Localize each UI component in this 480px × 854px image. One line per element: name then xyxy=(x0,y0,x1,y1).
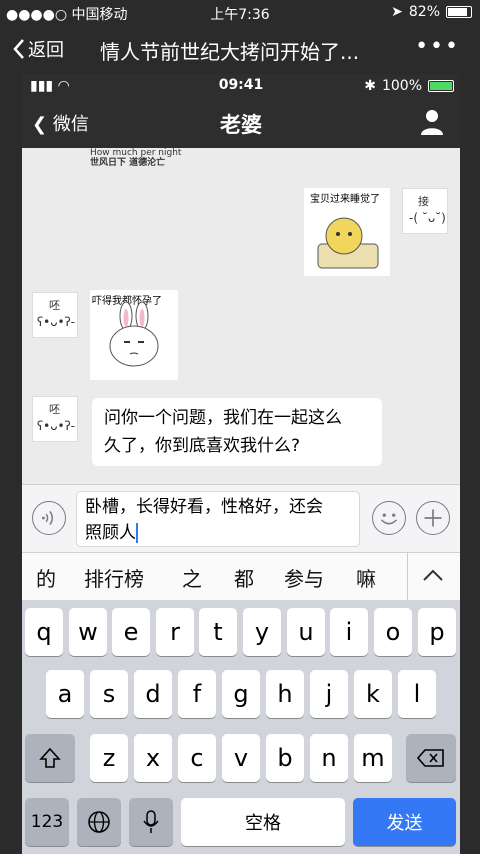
dictation-key[interactable] xyxy=(129,798,173,846)
candidate-word[interactable]: 参与 xyxy=(284,563,324,592)
key-f[interactable]: f xyxy=(178,670,216,718)
shift-icon xyxy=(39,747,61,768)
inner-battery-icon xyxy=(428,80,454,92)
key-s[interactable]: s xyxy=(90,670,128,718)
person-icon[interactable] xyxy=(420,108,444,136)
chat-screenshot: ▮▮▮ ◠ 09:41 ✱ 100% ❮ 微信 老婆 How much per … xyxy=(22,74,460,854)
key-i[interactable]: i xyxy=(330,608,368,656)
location-icon: ➤ xyxy=(391,4,403,20)
key-q[interactable]: q xyxy=(25,608,63,656)
number-mode-key[interactable]: 123 xyxy=(25,798,69,846)
battery-icon xyxy=(446,6,472,18)
key-p[interactable]: p xyxy=(418,608,456,656)
space-key[interactable]: 空格 xyxy=(181,798,345,846)
backspace-icon xyxy=(417,749,444,767)
key-w[interactable]: w xyxy=(69,608,107,656)
shift-key[interactable] xyxy=(25,734,75,782)
bunny-image xyxy=(109,301,159,367)
message-input[interactable]: 卧槽，长得好看，性格好，还会 照顾人 xyxy=(76,491,360,547)
key-y[interactable]: y xyxy=(243,608,281,656)
back-label: 返回 xyxy=(28,40,64,61)
key-t[interactable]: t xyxy=(199,608,237,656)
key-b[interactable]: b xyxy=(266,734,304,782)
sticker-pregnant[interactable]: 吓得我都怀孕了 xyxy=(90,290,178,380)
message-line: 久了，你到底喜欢我什么? xyxy=(104,436,301,456)
back-button[interactable]: 返回 xyxy=(12,36,64,62)
outer-navbar: 返回 情人节前世纪大拷问开始了... ••• xyxy=(0,24,480,74)
input-line: 照顾人 xyxy=(85,523,136,543)
input-line: 卧槽，长得好看，性格好，还会 xyxy=(85,497,323,517)
key-r[interactable]: r xyxy=(156,608,194,656)
candidate-word[interactable]: 之 xyxy=(182,563,202,592)
bluetooth-icon: ✱ xyxy=(364,78,376,94)
battery-percent: 82% xyxy=(408,4,440,20)
key-x[interactable]: x xyxy=(134,734,172,782)
inner-status-bar: ▮▮▮ ◠ 09:41 ✱ 100% xyxy=(22,74,460,98)
avatar-left[interactable]: 呸 ʕ•ᴗ•ʔ- xyxy=(32,292,78,338)
more-icon[interactable]: ••• xyxy=(415,34,460,59)
article-title: 情人节前世纪大拷问开始了... xyxy=(100,40,360,64)
key-o[interactable]: o xyxy=(374,608,412,656)
status-right: ➤ 82% xyxy=(391,4,472,20)
message-line: 问你一个问题，我们在一起这么 xyxy=(104,408,342,428)
globe-key[interactable] xyxy=(77,798,121,846)
avatar-left[interactable]: 呸 ʕ•ᴗ•ʔ- xyxy=(32,396,78,442)
key-u[interactable]: u xyxy=(287,608,325,656)
candidate-bar: 的 排行榜 之 都 参与 嘛 xyxy=(22,552,460,601)
plus-icon[interactable] xyxy=(416,501,450,535)
key-e[interactable]: e xyxy=(112,608,150,656)
input-bar: 卧槽，长得好看，性格好，还会 照顾人 xyxy=(22,484,460,552)
message-bubble[interactable]: 问你一个问题，我们在一起这么 久了，你到底喜欢我什么? xyxy=(92,398,382,466)
candidate-word[interactable]: 排行榜 xyxy=(84,563,144,592)
key-k[interactable]: k xyxy=(354,670,392,718)
key-l[interactable]: l xyxy=(398,670,436,718)
message-list: How much per night 世风日下 道德沦亡 宝贝过来睡觉了 接 -… xyxy=(22,148,460,484)
send-key[interactable]: 发送 xyxy=(353,798,456,846)
key-a[interactable]: a xyxy=(46,670,84,718)
microphone-icon xyxy=(143,810,159,833)
sticker-fragment: How much per night 世风日下 道德沦亡 xyxy=(90,148,182,168)
key-h[interactable]: h xyxy=(266,670,304,718)
outer-status-bar: ●●●●○ 中国移动 上午7:36 ➤ 82% xyxy=(0,0,480,24)
key-n[interactable]: n xyxy=(310,734,348,782)
chevron-left-icon xyxy=(13,39,24,59)
voice-icon[interactable] xyxy=(32,501,66,535)
candidate-word[interactable]: 的 xyxy=(36,563,56,592)
globe-icon xyxy=(88,811,110,833)
key-j[interactable]: j xyxy=(310,670,348,718)
candidate-word[interactable]: 都 xyxy=(234,563,254,592)
key-z[interactable]: z xyxy=(90,734,128,782)
sleeping-bear-image xyxy=(317,217,379,269)
key-v[interactable]: v xyxy=(222,734,260,782)
chat-title: 老婆 xyxy=(220,113,262,137)
inner-battery-percent: 100% xyxy=(381,78,422,94)
candidate-divider xyxy=(407,553,408,601)
emoji-icon[interactable] xyxy=(372,501,406,535)
key-m[interactable]: m xyxy=(354,734,392,782)
keyboard: q w e r t y u i o p a s d f g h j k l z … xyxy=(22,600,460,854)
key-g[interactable]: g xyxy=(222,670,260,718)
inner-status-right: ✱ 100% xyxy=(364,78,454,94)
avatar-right[interactable]: 接 -( ˘ᴗ˘) xyxy=(402,188,448,234)
key-d[interactable]: d xyxy=(134,670,172,718)
chat-header: ❮ 微信 老婆 xyxy=(22,98,460,148)
candidate-word[interactable]: 嘛 xyxy=(356,563,376,592)
chevron-up-icon[interactable] xyxy=(420,565,446,585)
sticker-sleep[interactable]: 宝贝过来睡觉了 xyxy=(304,188,390,276)
key-c[interactable]: c xyxy=(178,734,216,782)
text-cursor xyxy=(136,523,138,543)
backspace-key[interactable] xyxy=(406,734,456,782)
